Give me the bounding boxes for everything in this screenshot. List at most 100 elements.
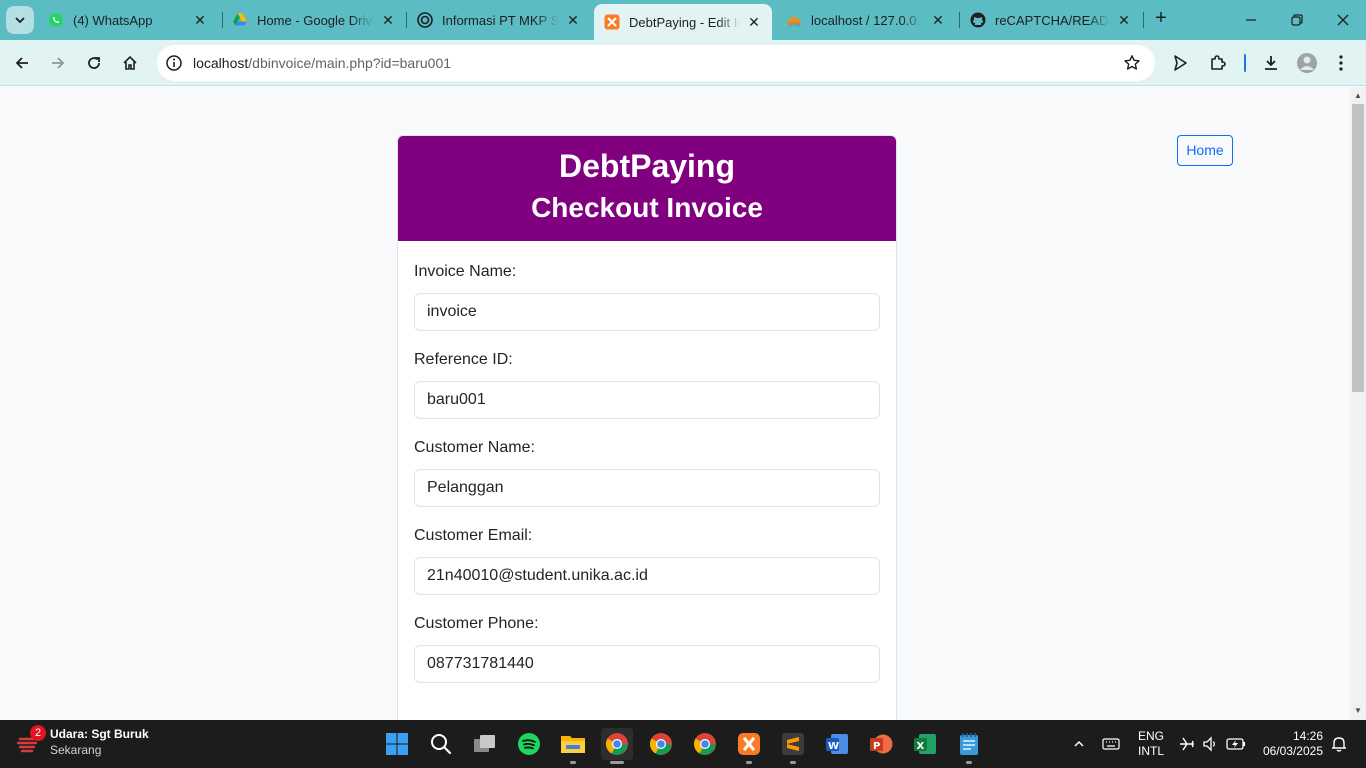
tab-google-drive[interactable]: Home - Google Drive ✕ [222,4,406,36]
taskbar-powerpoint[interactable]: P [865,728,897,760]
forward-button[interactable] [44,49,72,77]
tab-title: Informasi PT MKP Sen [442,12,559,28]
svg-text:X: X [917,741,925,752]
volume-button[interactable] [1199,720,1221,768]
notifications-button[interactable] [1328,720,1350,768]
language-code: ENG [1138,729,1165,743]
input-language[interactable]: ENG INTL [1138,729,1164,759]
reference-id-input[interactable]: baru001 [414,381,880,419]
arrow-right-icon [52,57,65,69]
whatsapp-icon [48,12,64,28]
air-quality-icon: 2 [14,725,46,757]
chevron-down-icon [15,17,25,24]
taskbar-chrome-2[interactable] [645,728,677,760]
taskbar-search[interactable] [425,728,457,760]
page-scrollbar[interactable]: ▲ ▼ [1350,87,1366,720]
system-clock[interactable]: 14:26 06/03/2025 [1256,729,1323,759]
running-indicator [790,761,796,764]
address-bar[interactable]: localhost/dbinvoice/main.php?id=baru001 [157,45,1155,81]
word-icon: W [826,734,848,754]
start-button[interactable] [381,728,413,760]
taskbar-file-explorer[interactable] [557,728,589,764]
weather-subtitle: Sekarang [50,743,102,757]
customer-email-input[interactable]: 21n40010@student.unika.ac.id [414,557,880,595]
close-icon [1337,14,1349,26]
new-tab-button[interactable]: + [1150,8,1172,30]
url-host: localhost [193,55,249,71]
running-indicator [966,761,972,764]
field-reference-id: Reference ID: baru001 [414,348,880,419]
tab-whatsapp[interactable]: (4) WhatsApp ✕ [38,4,218,36]
tab-search-button[interactable] [6,6,34,34]
home-button[interactable]: Home [1177,135,1233,166]
home-icon [123,55,137,70]
scroll-down-icon[interactable]: ▼ [1354,706,1362,715]
taskbar-excel[interactable]: X [909,728,941,760]
reload-button[interactable] [80,49,108,77]
tab-debtpaying[interactable]: DebtPaying - Edit Inv ✕ [594,4,772,40]
minimize-icon [1246,19,1256,21]
close-tab-icon[interactable]: ✕ [380,12,396,28]
close-tab-icon[interactable]: ✕ [565,12,581,28]
invoice-card: DebtPaying Checkout Invoice Invoice Name… [397,135,897,720]
scrollbar-thumb[interactable] [1352,104,1364,392]
close-tab-icon[interactable]: ✕ [192,12,208,28]
task-view-button[interactable] [469,728,501,760]
profile-button[interactable] [1293,49,1321,77]
restore-button[interactable] [1274,0,1320,40]
google-drive-icon [232,12,248,28]
app-title: DebtPaying [558,148,736,184]
notepad-icon [960,733,978,755]
close-window-button[interactable] [1320,0,1366,40]
star-icon[interactable] [1123,54,1141,72]
clock-date: 06/03/2025 [1262,744,1323,758]
taskbar-chrome-3[interactable] [689,728,721,760]
folder-icon [561,736,585,753]
clock-time: 14:26 [1292,729,1323,743]
running-indicator [746,761,752,764]
taskbar-word[interactable]: W [821,728,853,760]
menu-button[interactable] [1327,49,1355,77]
svg-text:W: W [828,741,839,752]
kebab-menu-icon [1339,55,1343,71]
customer-phone-input[interactable]: 087731781440 [414,645,880,683]
taskbar-spotify[interactable] [513,728,545,760]
taskbar: 2 Udara: Sgt Buruk Sekarang W P X ENG IN… [0,720,1366,768]
network-button[interactable] [1176,720,1198,768]
back-button[interactable] [8,49,36,77]
toolbar-divider [1244,54,1246,72]
show-hidden-icons-button[interactable] [1068,720,1090,768]
invoice-name-input[interactable]: invoice [414,293,880,331]
taskbar-sublime[interactable] [777,728,809,764]
running-indicator [570,761,576,764]
downloads-button[interactable] [1257,49,1285,77]
taskbar-xampp[interactable] [733,728,765,764]
extensions-button[interactable] [1204,49,1232,77]
svg-text:php: php [789,21,801,28]
puzzle-icon [1211,55,1226,70]
touch-keyboard-button[interactable] [1100,720,1122,768]
minimize-button[interactable] [1228,0,1274,40]
customer-name-input[interactable]: Pelanggan [414,469,880,507]
battery-button[interactable] [1224,720,1248,768]
reference-id-label: Reference ID: [414,351,513,368]
reload-icon [88,57,100,69]
close-tab-icon[interactable]: ✕ [930,12,946,28]
taskbar-chrome-active[interactable] [601,728,633,764]
battery-charging-icon [1226,738,1246,750]
tab-informasi[interactable]: Informasi PT MKP Sen ✕ [407,4,591,36]
close-tab-icon[interactable]: ✕ [1116,12,1132,28]
home-nav-button[interactable] [116,49,144,77]
tab-phpmyadmin[interactable]: php localhost / 127.0.0.1:3 ✕ [776,4,956,36]
close-tab-icon[interactable]: ✕ [746,14,762,30]
weather-widget[interactable]: 2 Udara: Sgt Buruk Sekarang [14,725,149,758]
scroll-up-icon[interactable]: ▲ [1354,91,1362,100]
taskbar-notepad[interactable] [953,728,985,764]
url-text: localhost/dbinvoice/main.php?id=baru001 [193,55,451,71]
tab-github[interactable]: reCAPTCHA/README ✕ [960,4,1142,36]
weather-title: Udara: Sgt Buruk [50,727,149,741]
chrome-icon [606,733,628,755]
tab-title: Home - Google Drive [257,12,374,28]
site-info-icon[interactable] [165,54,183,72]
send-button[interactable] [1166,49,1194,77]
